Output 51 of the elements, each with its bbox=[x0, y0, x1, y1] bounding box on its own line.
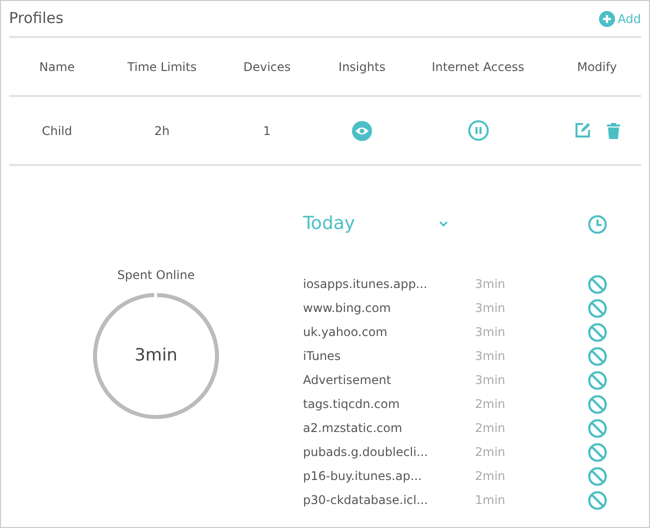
column-header: Devices bbox=[242, 58, 292, 76]
block-button[interactable] bbox=[588, 490, 607, 510]
site-name: iosapps.itunes.app... bbox=[303, 276, 428, 293]
site-time: 3min bbox=[475, 324, 506, 341]
site-name: p30-ckdatabase.icl... bbox=[303, 492, 429, 509]
table-cell-text: 2h bbox=[153, 122, 171, 140]
period-dropdown[interactable]: Today bbox=[303, 213, 588, 235]
block-button[interactable] bbox=[588, 442, 607, 462]
table-cell-text: 1 bbox=[262, 122, 272, 140]
block-button[interactable] bbox=[588, 370, 607, 390]
block-button[interactable] bbox=[588, 298, 607, 318]
block-button[interactable] bbox=[588, 394, 607, 414]
caret-icon bbox=[439, 221, 448, 227]
site-name: pubads.g.doublecli... bbox=[303, 444, 429, 461]
site-time: 2min bbox=[475, 444, 506, 461]
site-time: 3min bbox=[475, 372, 506, 389]
site-time: 3min bbox=[475, 348, 506, 365]
site-name: www.bing.com bbox=[303, 300, 392, 317]
plus-icon bbox=[598, 10, 615, 26]
chart-label: Spent Online bbox=[117, 267, 195, 284]
add-button[interactable]: Add bbox=[598, 10, 641, 28]
site-time: 1min bbox=[475, 492, 506, 509]
section-title: Profiles bbox=[9, 8, 64, 30]
site-name: tags.tiqcdn.com bbox=[303, 396, 401, 413]
block-button[interactable] bbox=[588, 322, 607, 342]
site-name: uk.yahoo.com bbox=[303, 324, 388, 341]
site-time: 2min bbox=[475, 468, 506, 485]
site-name: iTunes bbox=[303, 348, 342, 365]
site-time: 3min bbox=[475, 300, 506, 317]
site-name: p16-buy.itunes.ap... bbox=[303, 468, 423, 485]
table-cell-text: Child bbox=[40, 122, 74, 140]
block-button[interactable] bbox=[588, 466, 607, 486]
block-button[interactable] bbox=[588, 418, 607, 438]
site-name: a2.mzstatic.com bbox=[303, 420, 404, 437]
site-time: 3min bbox=[475, 276, 506, 293]
site-time: 2min bbox=[475, 420, 506, 437]
column-header: Modify bbox=[576, 58, 618, 76]
column-header: Time Limits bbox=[126, 58, 198, 76]
block-button[interactable] bbox=[588, 274, 607, 294]
edit-button[interactable] bbox=[574, 122, 591, 139]
site-time: 2min bbox=[475, 396, 506, 413]
view-insights-button[interactable] bbox=[352, 120, 372, 140]
history-button[interactable] bbox=[588, 214, 607, 234]
column-header: Internet Access bbox=[430, 58, 526, 76]
block-button[interactable] bbox=[588, 346, 607, 366]
column-header: Insights bbox=[338, 58, 386, 76]
ring-value: 3min bbox=[134, 344, 178, 368]
pause-button[interactable] bbox=[468, 120, 488, 141]
column-header: Name bbox=[38, 58, 76, 76]
site-name: Advertisement bbox=[303, 372, 392, 389]
delete-button[interactable] bbox=[607, 122, 620, 139]
